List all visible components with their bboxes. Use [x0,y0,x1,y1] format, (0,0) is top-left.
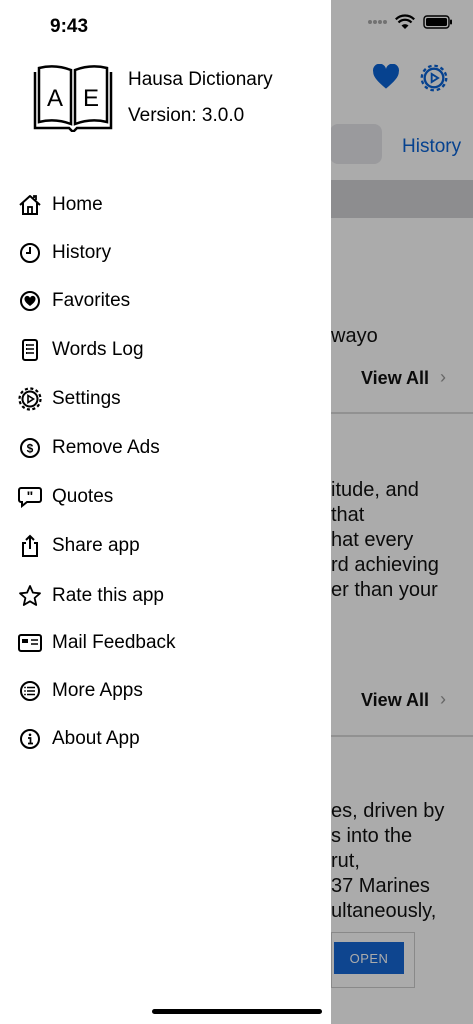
logo-letter-right: E [83,85,99,112]
star-icon [18,584,42,608]
menu-label: Settings [52,388,121,409]
menu-item-words-log[interactable]: Words Log [18,332,318,368]
menu-label: History [52,242,112,263]
menu-label: Quotes [52,486,114,507]
share-icon [18,534,42,558]
clock-icon [18,241,42,265]
app-name: Hausa Dictionary [128,69,273,90]
menu-item-history[interactable]: History [18,235,318,271]
menu-item-favorites[interactable]: Favorites [18,283,318,319]
svg-text:$: $ [27,442,34,456]
menu-label: Share app [52,535,140,556]
menu-label: More Apps [52,680,143,701]
menu-label: Rate this app [52,585,164,606]
mail-card-icon [18,631,42,655]
status-time: 9:43 [50,16,89,37]
menu-label: Favorites [52,290,131,311]
menu-label: Words Log [52,339,144,360]
menu-item-remove-ads[interactable]: $ Remove Ads [18,430,318,466]
heart-circle-icon [18,289,42,313]
app-logo-book-icon: A E [33,65,113,132]
menu-label: Remove Ads [52,437,160,458]
menu-label: About App [52,728,140,749]
menu-item-share-app[interactable]: Share app [18,528,318,564]
menu-item-quotes[interactable]: " Quotes [18,479,318,515]
info-circle-icon [18,727,42,751]
logo-letter-left: A [47,85,63,112]
menu-item-home[interactable]: Home [18,187,318,223]
menu-label: Home [52,194,103,215]
home-icon [18,193,42,217]
app-version: Version: 3.0.0 [128,105,245,126]
side-drawer: 9:43 A E Hausa Dictionary Version: 3.0.0… [0,0,331,1024]
home-indicator[interactable] [152,1009,322,1014]
quote-bubble-icon: " [18,485,42,509]
menu-item-about-app[interactable]: About App [18,721,318,757]
menu-item-rate-app[interactable]: Rate this app [18,578,318,614]
svg-text:": " [27,488,34,504]
menu-item-mail-feedback[interactable]: Mail Feedback [18,625,318,661]
gear-icon [18,387,42,411]
notebook-icon [18,338,42,362]
menu-item-settings[interactable]: Settings [18,381,318,417]
dollar-circle-icon: $ [18,436,42,460]
menu-label: Mail Feedback [52,632,176,653]
list-circle-icon [18,679,42,703]
menu-item-more-apps[interactable]: More Apps [18,673,318,709]
